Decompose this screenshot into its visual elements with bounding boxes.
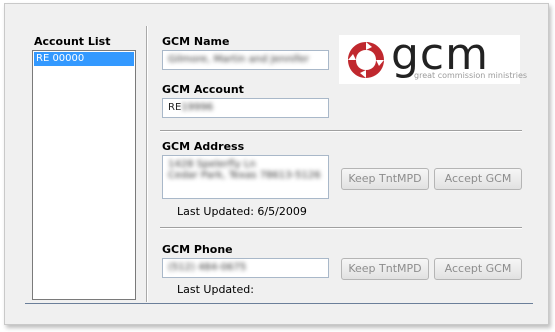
gcm-red-swirl-icon (348, 42, 384, 78)
address-keep-tntmpd-button[interactable]: Keep TntMPD (341, 168, 429, 190)
gcm-name-value: Gilmore, Martin and Jennifer (168, 54, 309, 65)
gcm-phone-label: GCM Phone (162, 243, 233, 256)
gcm-address-label: GCM Address (162, 140, 245, 153)
gcm-phone-field[interactable]: (512) 484-0675 (162, 258, 329, 278)
phone-keep-tntmpd-button[interactable]: Keep TntMPD (341, 258, 429, 280)
account-list-title: Account List (34, 35, 111, 48)
bottom-accent-line (25, 303, 533, 304)
gcm-name-field[interactable]: Gilmore, Martin and Jennifer (162, 50, 329, 70)
phone-accept-gcm-button[interactable]: Accept GCM (434, 258, 522, 280)
account-list-item-label: RE 00000 (36, 53, 85, 64)
gcm-account-prefix: RE (168, 102, 182, 113)
gcm-logo: gcm great commission ministries (339, 29, 527, 84)
gcm-logo-tagline: great commission ministries (414, 71, 528, 80)
separator-2-highlight (160, 228, 522, 229)
gcm-address-line2: Cedar Park, Texas 78613-5126 (168, 170, 321, 181)
address-accept-gcm-button[interactable]: Accept GCM (434, 168, 522, 190)
vertical-divider-highlight (147, 26, 148, 302)
account-list-item-selected[interactable]: RE 00000 (34, 52, 134, 66)
gcm-name-label: GCM Name (162, 35, 230, 48)
address-last-updated: Last Updated: 6/5/2009 (177, 205, 307, 218)
gcm-address-field[interactable]: 1428 Spelerfly Ln Cedar Park, Texas 7861… (162, 155, 329, 199)
account-listbox[interactable]: RE 00000 (32, 50, 136, 300)
separator-1-highlight (160, 131, 522, 132)
phone-last-updated: Last Updated: (177, 283, 254, 296)
gcm-phone-value: (512) 484-0675 (168, 262, 247, 273)
gcm-account-field[interactable]: RE19996 (162, 98, 329, 118)
gcm-account-label: GCM Account (162, 83, 244, 96)
gcm-address-line1: 1428 Spelerfly Ln (168, 159, 256, 170)
gcm-account-value: 19996 (181, 102, 214, 113)
